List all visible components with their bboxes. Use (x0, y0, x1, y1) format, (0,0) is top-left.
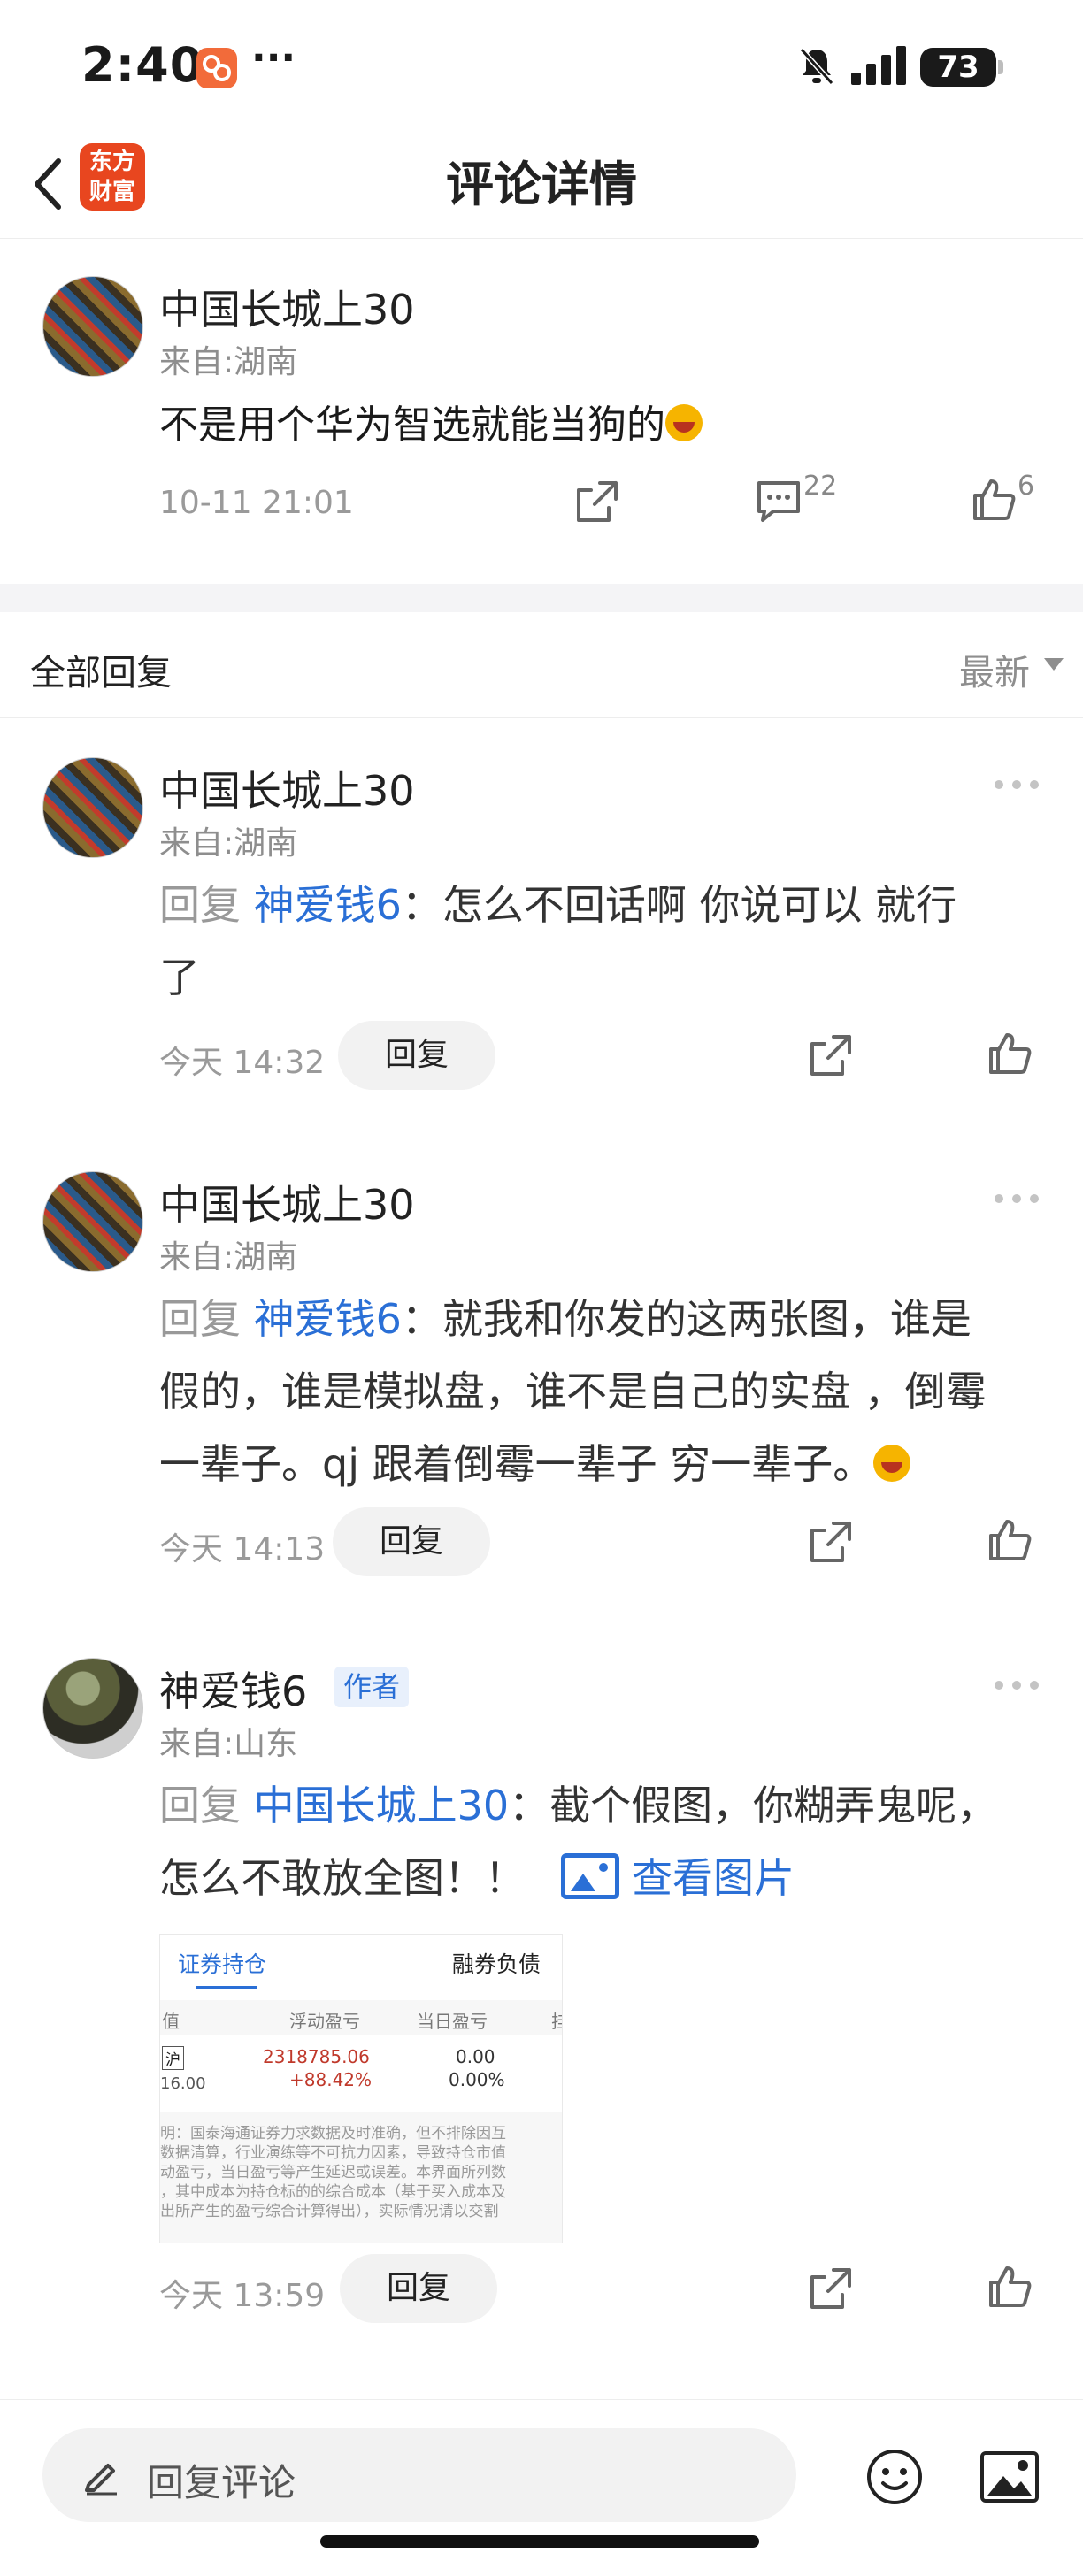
avatar[interactable] (42, 757, 143, 858)
author-badge: 作者 (334, 1667, 410, 1707)
app-notification-icon (196, 48, 237, 88)
username[interactable]: 中国长城上30 (159, 759, 415, 817)
location-label: 来自:湖南 (159, 1239, 298, 1276)
thumb-table-header: 值 浮动盈亏 当日盈亏 挂 (160, 2000, 562, 2036)
location-label: 来自:湖南 (159, 344, 298, 380)
username[interactable]: 神爱钱6 (159, 1660, 307, 1718)
comment-count: 22 (803, 471, 838, 502)
like-icon[interactable] (986, 2263, 1033, 2311)
thumb-tab-underline (196, 1986, 257, 1990)
view-picture-link[interactable]: 查看图片 (632, 1854, 795, 1902)
like-count: 6 (1018, 471, 1035, 502)
thumb-market-tag: 沪 (162, 2046, 184, 2070)
reply-time: 今天 14:13 (159, 1531, 326, 1568)
thumb-disclaimer: 明：国泰海通证券力求数据及时准确，但不排除因互 数据清算，行业演练等不可抗力因素… (160, 2112, 562, 2242)
reply-text: 回复 神爱钱6：怎么不回话啊 你说可以 就行 了 (159, 881, 957, 1001)
more-options-icon[interactable] (995, 778, 1041, 791)
share-icon[interactable] (573, 478, 621, 525)
more-options-icon[interactable] (995, 1192, 1041, 1205)
section-divider (0, 584, 1083, 612)
page-title: 评论详情 (446, 157, 637, 212)
mention-link[interactable]: 神爱钱6 (254, 1295, 402, 1343)
cellular-signal-icon (851, 46, 906, 85)
reply-text: 回复 神爱钱6：就我和你发的这两张图，谁是 假的，谁是模拟盘，谁不是自己的实盘 … (159, 1295, 987, 1488)
reply-time: 今天 13:59 (159, 2278, 326, 2314)
location-label: 来自:山东 (159, 1726, 298, 1762)
battery-icon: 73 (920, 48, 996, 87)
home-indicator (320, 2535, 759, 2548)
mute-bell-icon (799, 47, 834, 86)
bottom-bar: 回复评论 (0, 2399, 1083, 2576)
laughing-emoji-icon (665, 404, 703, 441)
reply-input-placeholder: 回复评论 (147, 2461, 296, 2504)
more-status-icon: ··· (251, 35, 296, 80)
share-icon[interactable] (807, 2265, 855, 2312)
like-icon[interactable] (986, 1030, 1033, 1077)
reply-text: 回复 中国长城上30：截个假图，你糊弄鬼呢， 怎么不敢放全图！！ 查看图片 (159, 1782, 998, 1902)
location-label: 来自:湖南 (159, 825, 298, 862)
thumb-today-amount: 0.00 (456, 2046, 495, 2067)
sort-dropdown[interactable]: 最新 (959, 644, 1030, 695)
laughing-emoji-icon (873, 1445, 911, 1482)
status-bar: 2:40 ··· 73 (0, 0, 1083, 133)
share-icon[interactable] (807, 1031, 855, 1079)
thumb-float-amount: 2318785.06 (263, 2046, 370, 2067)
replies-header: 全部回复 最新 (0, 612, 1083, 718)
reply-button[interactable]: 回复 (340, 2254, 497, 2323)
status-time: 2:40 (81, 37, 204, 93)
battery-tip (998, 60, 1003, 74)
avatar[interactable] (42, 276, 143, 377)
mention-link[interactable]: 神爱钱6 (254, 881, 402, 929)
image-icon[interactable] (561, 1853, 619, 1899)
emoji-icon[interactable] (865, 2448, 924, 2506)
avatar[interactable] (42, 1658, 143, 1759)
image-upload-icon[interactable] (979, 2450, 1041, 2504)
comment-time: 10-11 21:01 (159, 485, 354, 521)
avatar[interactable] (42, 1171, 143, 1272)
mention-link[interactable]: 中国长城上30 (254, 1782, 510, 1829)
comment-text: 不是用个华为智选就能当狗的 (159, 393, 703, 449)
thumb-value: 16.00 (160, 2074, 206, 2093)
reply-time: 今天 14:32 (159, 1045, 326, 1081)
thumb-float-pct: +88.42% (289, 2069, 373, 2090)
username[interactable]: 中国长城上30 (159, 1173, 415, 1231)
reply-button[interactable]: 回复 (333, 1507, 490, 1576)
thumb-today-pct: 0.00% (449, 2069, 505, 2090)
like-icon[interactable] (986, 1516, 1033, 1564)
like-icon[interactable] (970, 476, 1018, 524)
more-options-icon[interactable] (995, 1679, 1041, 1691)
dropdown-arrow-icon[interactable] (1044, 658, 1064, 671)
thumb-tab-holdings: 证券持仓 (178, 1951, 267, 1977)
nav-bar: 东方 财富 评论详情 (0, 133, 1083, 239)
username[interactable]: 中国长城上30 (159, 278, 415, 336)
section-title: 全部回复 (30, 653, 172, 694)
reply-input[interactable]: 回复评论 (42, 2428, 796, 2522)
comment-icon[interactable] (754, 478, 803, 524)
share-icon[interactable] (807, 1518, 855, 1566)
thumb-tab-short: 融券负债 (452, 1951, 542, 1977)
pencil-icon (85, 2464, 117, 2496)
attached-image[interactable]: 证券持仓 融券负债 值 浮动盈亏 当日盈亏 挂 沪 16.00 2318785.… (159, 1934, 563, 2243)
reply-button[interactable]: 回复 (338, 1021, 495, 1090)
